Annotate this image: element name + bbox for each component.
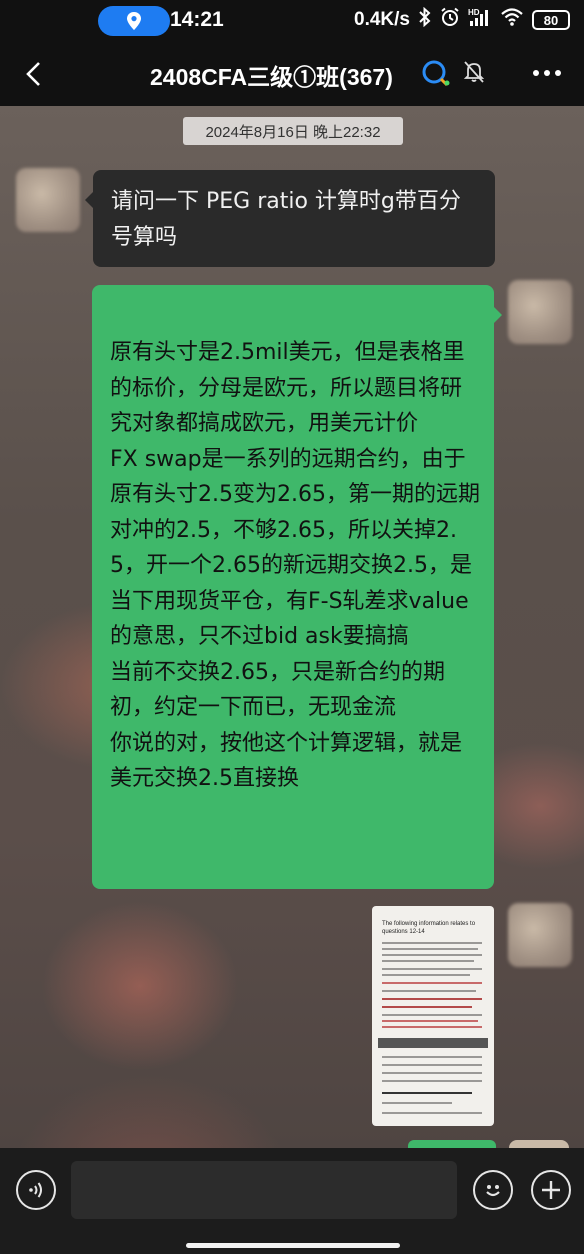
more-dots-icon [533, 70, 561, 76]
input-bar [0, 1148, 584, 1254]
message-bubble-outgoing[interactable]: 原有头寸是2.5mil美元，但是表格里的标价，分母是欧元，所以题目将研究对象都搞… [92, 285, 502, 889]
home-indicator[interactable] [186, 1243, 400, 1248]
table-header-band [378, 1038, 488, 1048]
text-line [382, 1064, 482, 1066]
back-button[interactable] [16, 56, 52, 92]
message-timestamp: 2024年8月16日 晚上22:32 [183, 117, 403, 145]
text-line [382, 1014, 482, 1016]
hd-label: HD [468, 8, 480, 17]
text-line [382, 1072, 482, 1074]
location-pill[interactable] [98, 6, 170, 36]
chat-title[interactable]: 2408CFA三级①班(367) [150, 58, 393, 92]
mute-bell-icon [462, 59, 486, 89]
message-paragraph: 你说的对，按他这个计算逻辑，就是美元交换2.5直接换 [110, 730, 463, 792]
more-button[interactable] [532, 62, 562, 81]
status-bar: 14:21 0.4K/s HD 80 [0, 0, 584, 42]
text-line [382, 948, 478, 950]
text-line [382, 1102, 452, 1104]
handwriting-line [382, 982, 482, 984]
message-paragraph: 原有头寸是2.5mil美元，但是表格里的标价，分母是欧元，所以题目将研究对象都搞… [110, 340, 465, 436]
voice-icon [29, 1182, 42, 1198]
emoji-button[interactable] [473, 1170, 513, 1210]
ai-assistant-icon[interactable] [420, 58, 452, 92]
text-line [382, 942, 482, 944]
alarm-icon [440, 7, 460, 33]
avatar[interactable] [16, 168, 80, 232]
status-time: 14:21 [170, 8, 224, 31]
message-text: 请问一下 PEG ratio 计算时g带百分号算吗 [111, 189, 461, 250]
message-bubble-incoming[interactable]: 请问一下 PEG ratio 计算时g带百分号算吗 [85, 170, 495, 267]
message-paragraph: 当前不交换2.65，只是新合约的期初，约定一下而已，无现金流 [110, 659, 445, 721]
text-line [382, 960, 474, 962]
back-arrow-icon [26, 62, 40, 86]
location-pin-icon [127, 12, 141, 30]
avatar[interactable] [508, 280, 572, 344]
image-caption: The following information relates to que… [382, 921, 476, 935]
wifi-icon [500, 7, 524, 33]
handwriting-line [382, 1020, 478, 1022]
handwriting-line [382, 1026, 482, 1028]
text-line [382, 954, 482, 956]
text-line [382, 968, 482, 970]
handwriting-line [382, 1092, 472, 1094]
text-line [382, 990, 476, 992]
text-line [382, 1080, 482, 1082]
battery-indicator: 80 [532, 10, 570, 30]
net-speed: 0.4K/s [354, 9, 410, 30]
avatar[interactable] [508, 903, 572, 967]
text-line [382, 1112, 482, 1114]
bluetooth-icon [418, 6, 432, 33]
emoji-icon [486, 1185, 500, 1197]
handwriting-line [382, 1006, 472, 1008]
plus-icon [542, 1181, 560, 1199]
plus-button[interactable] [531, 1170, 571, 1210]
handwriting-line [382, 998, 482, 1000]
chat-header: 2408CFA三级①班(367) [0, 42, 584, 106]
text-line [382, 974, 470, 976]
signal-icon: HD [468, 7, 492, 33]
image-message[interactable]: The following information relates to que… [372, 906, 494, 1126]
voice-button[interactable] [16, 1170, 56, 1210]
text-line [382, 1056, 482, 1058]
message-paragraph: FX swap是一系列的远期合约，由于原有头寸2.5变为2.65，第一期的远期对… [110, 446, 480, 650]
message-input[interactable] [71, 1161, 457, 1219]
